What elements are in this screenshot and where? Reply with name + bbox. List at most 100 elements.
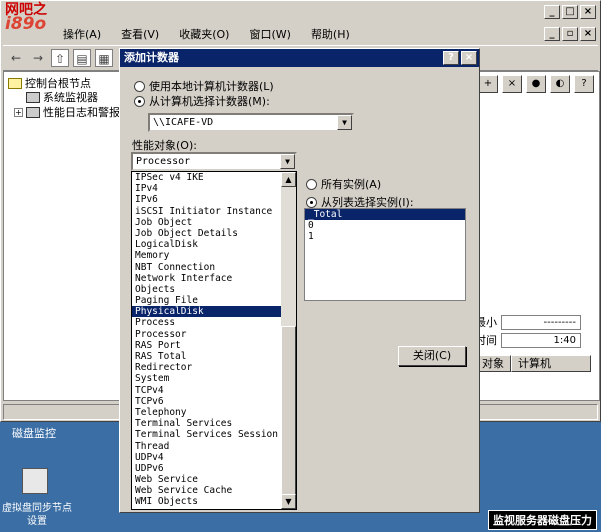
scroll-down-icon[interactable]: ▼ <box>281 494 296 509</box>
object-list-item[interactable]: Terminal Services Session <box>132 429 296 440</box>
radio-icon <box>306 178 317 190</box>
monitor-icon <box>26 91 40 103</box>
object-list-item[interactable]: System <box>132 373 296 384</box>
radio-select-computer[interactable]: 从计算机选择计数器(M): <box>134 93 270 109</box>
delete-counter-icon[interactable]: × <box>502 75 522 93</box>
menu-favorites[interactable]: 收藏夹(O) <box>177 25 231 43</box>
menu-view[interactable]: 查看(V) <box>119 25 161 43</box>
shortcut-icon[interactable] <box>22 468 48 494</box>
folder-icon <box>8 77 22 89</box>
perf-object-value: Processor <box>136 156 191 167</box>
window-controls: _ □ × <box>544 5 596 19</box>
dropdown-scrollbar[interactable]: ▲ ▼ <box>281 172 296 509</box>
caption-banner: 监视服务器磁盘压力 <box>488 510 597 530</box>
object-list-item[interactable]: Terminal Services <box>132 418 296 429</box>
object-list-item[interactable]: iSCSI Initiator Instance <box>132 206 296 217</box>
object-list-item[interactable]: UDPv6 <box>132 463 296 474</box>
menu-help[interactable]: 帮助(H) <box>309 25 352 43</box>
chevron-down-icon[interactable]: ▼ <box>337 115 352 130</box>
time-value: 1:40 <box>501 332 581 348</box>
instance-list[interactable]: _Total 0 1 <box>304 208 466 301</box>
object-list-item[interactable]: Job Object <box>132 217 296 228</box>
menu-action[interactable]: 操作(A) <box>61 25 103 43</box>
column-object[interactable]: 对象 <box>475 355 511 372</box>
radio-checked-icon <box>134 95 145 107</box>
stats-panel: 最小 --------- 时间 1:40 <box>475 313 581 349</box>
child-restore-button[interactable]: ▫ <box>562 27 578 41</box>
object-list-item[interactable]: Network Interface <box>132 273 296 284</box>
perf-object-dropdown[interactable]: IPSec v4 IKE IPv4 IPv6 iSCSI Initiator Inst… <box>131 171 297 510</box>
logs-icon <box>26 106 40 118</box>
tree-item-perf-logs[interactable]: + 性能日志和警报 <box>14 104 120 120</box>
counter-columns: 对象 计算机 <box>475 355 591 372</box>
object-list-item[interactable]: RAS Total <box>132 351 296 362</box>
minimize-button[interactable]: _ <box>544 5 560 19</box>
object-list-item[interactable]: IPv6 <box>132 194 296 205</box>
back-arrow-icon[interactable]: ← <box>7 49 25 67</box>
radio-checked-icon <box>306 196 317 208</box>
up-folder-icon[interactable]: ⇧ <box>51 49 69 67</box>
object-list-item[interactable]: RAS Port <box>132 340 296 351</box>
tree-logs-label: 性能日志和警报 <box>43 106 120 119</box>
object-list-item[interactable]: Redirector <box>132 362 296 373</box>
object-list-item[interactable]: IPSec v4 IKE <box>132 172 296 183</box>
object-list-item[interactable]: Processor <box>132 329 296 340</box>
properties-icon[interactable]: ▦ <box>95 49 113 67</box>
object-list-item[interactable]: PhysicalDisk <box>132 306 296 318</box>
object-list-item[interactable]: NBT Connection <box>132 262 296 273</box>
expand-icon[interactable]: + <box>14 107 23 117</box>
chevron-down-icon[interactable]: ▼ <box>280 154 295 169</box>
dialog-title: 添加计数器 <box>124 51 179 64</box>
show-tree-icon[interactable]: ▤ <box>73 49 91 67</box>
dialog-close-button[interactable]: × <box>461 51 477 65</box>
add-counter-icon[interactable]: + <box>478 75 498 93</box>
child-minimize-button[interactable]: _ <box>544 27 560 41</box>
radio-local-counters[interactable]: 使用本地计算机计数器(L) <box>134 78 274 94</box>
child-window-controls: _ ▫ × <box>544 27 596 41</box>
dialog-help-button[interactable]: ? <box>443 51 459 65</box>
dialog-titlebar: 添加计数器 ? × <box>120 49 479 67</box>
object-list-item[interactable]: UDPv4 <box>132 452 296 463</box>
object-list-item[interactable]: TCPv4 <box>132 385 296 396</box>
close-dialog-button[interactable]: 关闭(C) <box>398 346 466 366</box>
radio-select-label: 从计算机选择计数器(M): <box>149 95 270 108</box>
perf-object-label: 性能对象(O): <box>132 139 197 152</box>
computer-combo[interactable]: \\ICAFE-VD ▼ <box>148 113 354 132</box>
object-list-item[interactable]: Memory <box>132 250 296 261</box>
menu-window[interactable]: 窗口(W) <box>247 25 292 43</box>
instance-list-item[interactable]: _Total <box>305 209 465 220</box>
object-list-item[interactable]: TCPv6 <box>132 396 296 407</box>
perf-object-combo[interactable]: Processor ▼ <box>131 152 297 171</box>
close-button[interactable]: × <box>580 5 596 19</box>
console-tree: 控制台根节点 系统监视器 + 性能日志和警报 <box>3 71 127 401</box>
instance-list-item[interactable]: 1 <box>305 231 465 242</box>
object-list-item[interactable]: Objects <box>132 284 296 295</box>
object-list-item[interactable]: Job Object Details <box>132 228 296 239</box>
object-list-item[interactable]: LogicalDisk <box>132 239 296 250</box>
column-computer[interactable]: 计算机 <box>511 355 591 372</box>
update-icon[interactable]: ◐ <box>550 75 570 93</box>
shortcut-label[interactable]: 虚拟盘同步节点设置 <box>2 502 72 528</box>
instance-list-item[interactable]: 0 <box>305 220 465 231</box>
radio-icon <box>134 80 145 92</box>
object-list-item[interactable]: Thread <box>132 441 296 452</box>
scroll-up-icon[interactable]: ▲ <box>281 172 296 187</box>
object-list-item[interactable]: Web Service <box>132 474 296 485</box>
object-list-item[interactable]: Web Service Cache <box>132 485 296 496</box>
freeze-icon[interactable]: ● <box>526 75 546 93</box>
maximize-button[interactable]: □ <box>562 5 578 19</box>
tree-item-system-monitor[interactable]: 系统监视器 <box>26 89 98 105</box>
radio-all-instances[interactable]: 所有实例(A) <box>306 176 381 192</box>
help-icon[interactable]: ? <box>574 75 594 93</box>
computer-value: \\ICAFE-VD <box>153 117 214 128</box>
tree-monitor-label: 系统监视器 <box>43 91 98 104</box>
scroll-thumb[interactable] <box>281 326 296 498</box>
object-list-item[interactable]: IPv4 <box>132 183 296 194</box>
object-list-item[interactable]: Paging File <box>132 295 296 306</box>
forward-arrow-icon[interactable]: → <box>29 49 47 67</box>
object-list-item[interactable]: WMI Objects <box>132 496 296 507</box>
child-close-button[interactable]: × <box>580 27 596 41</box>
object-list-item[interactable]: Telephony <box>132 407 296 418</box>
object-list-item[interactable]: Process <box>132 317 296 328</box>
radio-local-label: 使用本地计算机计数器(L) <box>149 80 274 93</box>
